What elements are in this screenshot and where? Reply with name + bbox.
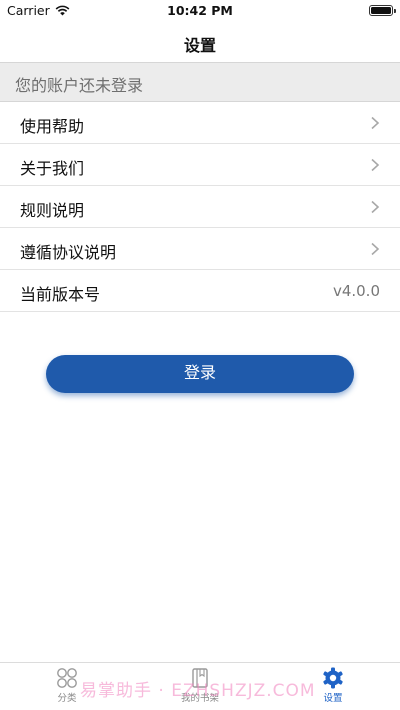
- menu-item-version: 当前版本号 v4.0.0: [0, 270, 400, 312]
- settings-menu: 使用帮助 关于我们 规则说明 遵循协议说明 当前版本号 v4.0.0: [0, 102, 400, 312]
- menu-item-about-us[interactable]: 关于我们: [0, 144, 400, 186]
- page-title: 设置: [183, 36, 216, 55]
- menu-item-rules[interactable]: 规则说明: [0, 186, 400, 228]
- chevron-right-icon: [371, 158, 380, 172]
- grid-icon: [57, 668, 77, 688]
- menu-item-label: 使用帮助: [20, 117, 85, 136]
- gear-icon: [323, 667, 343, 689]
- navigation-bar: 设置: [0, 22, 400, 62]
- menu-item-help[interactable]: 使用帮助: [0, 102, 400, 144]
- account-status-banner[interactable]: 您的账户还未登录: [0, 62, 400, 102]
- login-button[interactable]: 登录: [46, 355, 354, 393]
- battery-icon: [369, 5, 396, 16]
- menu-item-label: 关于我们: [20, 159, 85, 178]
- account-status-text: 您的账户还未登录: [15, 76, 144, 95]
- version-label: 当前版本号: [20, 285, 101, 304]
- menu-item-agreement[interactable]: 遵循协议说明: [0, 228, 400, 270]
- status-time: 10:42 PM: [167, 3, 233, 18]
- chevron-right-icon: [371, 200, 380, 214]
- battery-level: [371, 7, 391, 14]
- menu-item-label: 遵循协议说明: [20, 243, 117, 262]
- watermark: 易掌助手 · EZHSHZJZ.COM: [80, 681, 316, 701]
- version-value: v4.0.0: [332, 282, 380, 300]
- chevron-right-icon: [371, 242, 380, 256]
- status-bar: Carrier 10:42 PM: [0, 0, 400, 22]
- menu-item-label: 规则说明: [20, 201, 85, 220]
- chevron-right-icon: [371, 116, 380, 130]
